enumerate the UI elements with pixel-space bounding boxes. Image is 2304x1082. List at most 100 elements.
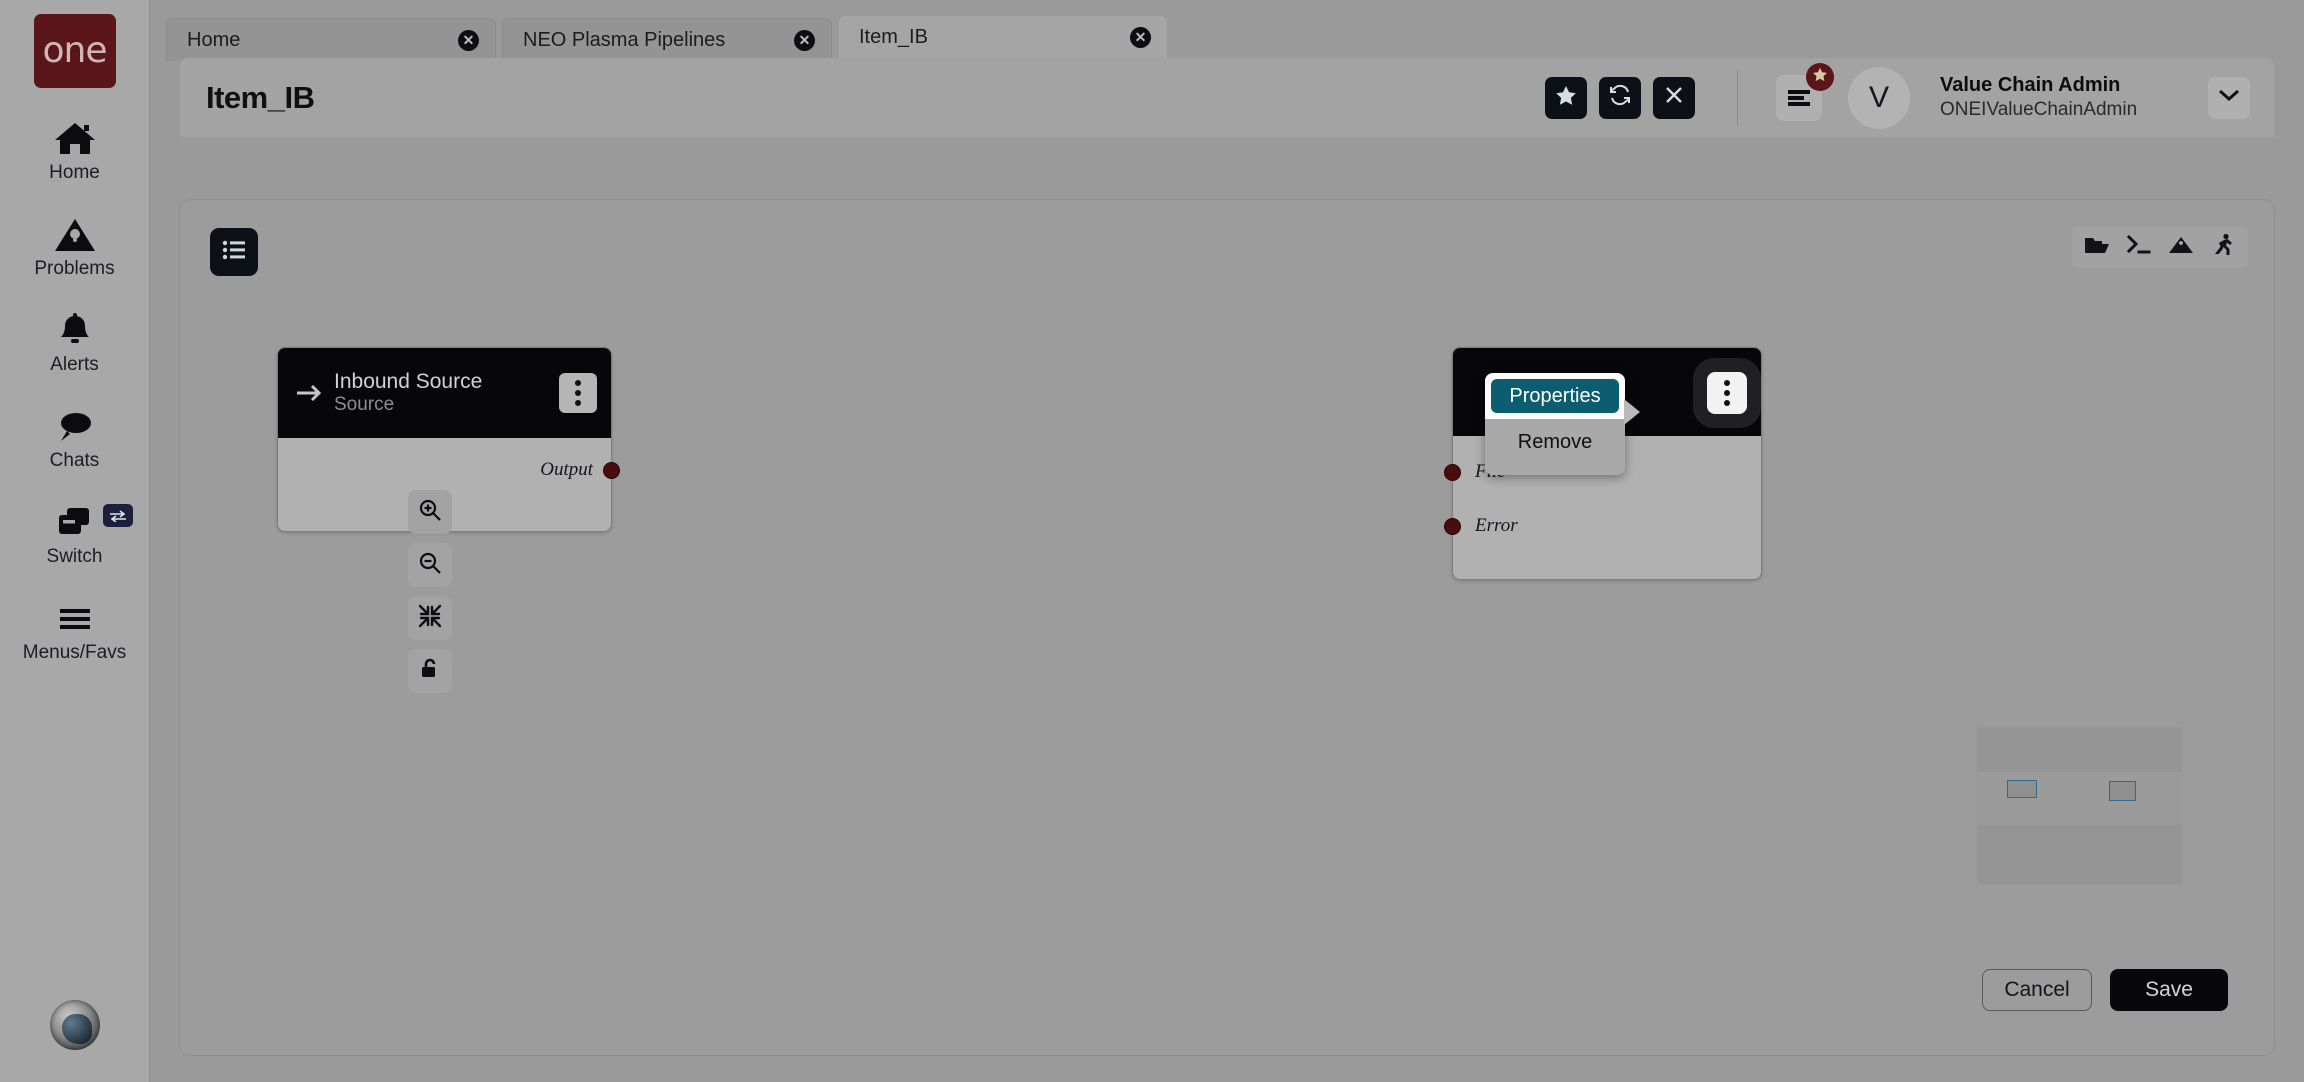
- zoom-out-button[interactable]: [408, 543, 452, 587]
- node-context-menu[interactable]: Properties Remove: [1485, 373, 1640, 475]
- close-icon[interactable]: ✕: [458, 29, 479, 51]
- page-title: Item_IB: [206, 79, 315, 115]
- chevron-down-icon: [2218, 88, 2240, 107]
- avatar-initial: V: [1868, 80, 1889, 114]
- kebab-dot: [1724, 380, 1730, 386]
- user-info: Value Chain Admin ONEIValueChainAdmin: [1940, 73, 2170, 122]
- sidebar-item-problems[interactable]: Problems: [0, 214, 150, 280]
- port-dot[interactable]: [603, 461, 620, 479]
- sidebar-item-menus-favs[interactable]: Menus/Favs: [0, 598, 150, 664]
- lock-toggle-button[interactable]: [408, 649, 452, 693]
- star-icon: [1555, 85, 1577, 111]
- tab-home[interactable]: Home ✕: [166, 18, 496, 61]
- node-graph[interactable]: Inbound Source Source Output Error Prope…: [180, 200, 2274, 1055]
- context-menu-highlight-pad: Properties: [1485, 373, 1625, 419]
- sidebar-item-label: Alerts: [50, 354, 99, 375]
- kebab-dot: [575, 380, 581, 386]
- close-icon[interactable]: ✕: [1130, 26, 1151, 48]
- context-menu-item-properties[interactable]: Properties: [1491, 379, 1619, 413]
- cancel-button-label: Cancel: [2004, 978, 2070, 1001]
- chat-bubble-icon: [54, 406, 96, 448]
- zoom-in-icon: [418, 498, 442, 527]
- node-body: File Error: [1444, 454, 1761, 597]
- bell-icon: [54, 310, 96, 352]
- avatar-face: [61, 1014, 92, 1044]
- zoom-out-icon: [418, 551, 442, 580]
- cancel-button[interactable]: Cancel: [1982, 969, 2092, 1011]
- node-titles: Inbound Source Source: [334, 369, 559, 417]
- tab-item-ib[interactable]: Item_IB ✕: [838, 15, 1168, 61]
- save-button[interactable]: Save: [2110, 969, 2228, 1011]
- assistant-avatar[interactable]: [49, 1000, 100, 1050]
- port-dot[interactable]: [1444, 463, 1461, 481]
- tab-label: Home: [187, 28, 241, 51]
- sidebar-item-label: Chats: [49, 450, 100, 471]
- fit-to-screen-button[interactable]: [408, 596, 452, 640]
- save-button-label: Save: [2145, 978, 2193, 1001]
- star-icon: [1812, 67, 1828, 87]
- kebab-menu-icon[interactable]: [1707, 372, 1747, 414]
- port-dot[interactable]: [1444, 517, 1461, 535]
- close-button[interactable]: [1653, 76, 1695, 119]
- status-badge: [1806, 62, 1834, 91]
- canvas-zoom-tools: [408, 490, 452, 1055]
- arrow-right-icon: [296, 383, 334, 403]
- header-actions: V Value Chain Admin ONEIValueChainAdmin: [1545, 62, 2250, 129]
- node-input-port-error[interactable]: Error: [1444, 508, 1761, 544]
- sidebar-item-label: Home: [49, 162, 100, 183]
- refresh-button[interactable]: [1599, 76, 1641, 119]
- tab-neo-plasma-pipelines[interactable]: NEO Plasma Pipelines ✕: [502, 18, 832, 61]
- port-label: Error: [1475, 515, 1518, 536]
- sidebar-item-label: Menus/Favs: [22, 642, 127, 663]
- close-x-icon: [1664, 85, 1684, 110]
- sidebar-item-label: Switch: [46, 546, 103, 567]
- node-header: Inbound Source Source: [278, 348, 611, 438]
- form-actions: Cancel Save: [1982, 969, 2228, 1011]
- node-subtitle: Source: [334, 394, 395, 416]
- pipeline-canvas-card: Inbound Source Source Output Error Prope…: [180, 200, 2274, 1055]
- context-menu-pointer: [1624, 399, 1640, 425]
- header-menu-wrap: [1776, 62, 1834, 121]
- kebab-dot: [1724, 400, 1730, 406]
- port-label: Output: [540, 459, 593, 480]
- tab-bar: Home ✕ NEO Plasma Pipelines ✕ Item_IB ✕: [166, 15, 1174, 61]
- minimap-node: [2109, 781, 2136, 801]
- header-divider: [1737, 69, 1738, 126]
- sidebar-item-home[interactable]: Home: [0, 118, 150, 184]
- collapse-arrows-icon: [418, 604, 442, 633]
- canvas-minimap[interactable]: [1977, 727, 2182, 885]
- refresh-icon: [1608, 83, 1632, 112]
- kebab-dot: [1724, 390, 1730, 396]
- context-menu-item-label: Remove: [1517, 430, 1593, 453]
- avatar[interactable]: V: [1848, 66, 1910, 129]
- minimap-node: [2007, 780, 2037, 798]
- user-menu-button[interactable]: [2208, 76, 2250, 119]
- favorite-button[interactable]: [1545, 76, 1587, 119]
- home-icon: [54, 118, 96, 160]
- tab-label: Item_IB: [859, 25, 928, 48]
- kebab-menu-icon[interactable]: [559, 373, 597, 413]
- context-menu-item-remove[interactable]: Remove: [1485, 425, 1625, 459]
- hamburger-icon: [53, 598, 97, 640]
- tab-label: NEO Plasma Pipelines: [523, 28, 726, 51]
- sidebar-item-label: Problems: [34, 258, 115, 279]
- page-header: Item_IB V Value Chain Admin ONEIValueCha…: [180, 58, 2274, 137]
- sidebar-item-switch[interactable]: Switch: [0, 502, 150, 568]
- kebab-dot: [575, 390, 581, 396]
- swap-arrows-icon[interactable]: [102, 504, 133, 527]
- switch-windows-icon: [53, 502, 97, 544]
- sidebar-item-chats[interactable]: Chats: [0, 406, 150, 472]
- node-output-port[interactable]: Output: [278, 452, 620, 488]
- sidebar-item-alerts[interactable]: Alerts: [0, 310, 150, 376]
- warning-triangle-icon: [54, 214, 96, 256]
- left-nav-rail: one Home Problems Alerts Chats Switch Me…: [0, 0, 150, 1082]
- one-network-logo[interactable]: one: [33, 14, 116, 88]
- context-menu-item-label: Properties: [1509, 384, 1601, 407]
- user-name: Value Chain Admin: [1940, 74, 2121, 97]
- unlock-icon: [418, 657, 442, 686]
- kebab-dot: [575, 400, 581, 406]
- zoom-in-button[interactable]: [408, 490, 452, 534]
- close-icon[interactable]: ✕: [794, 29, 815, 51]
- node-title: Inbound Source: [334, 370, 483, 393]
- app-root: one Home Problems Alerts Chats Switch Me…: [0, 0, 2304, 1082]
